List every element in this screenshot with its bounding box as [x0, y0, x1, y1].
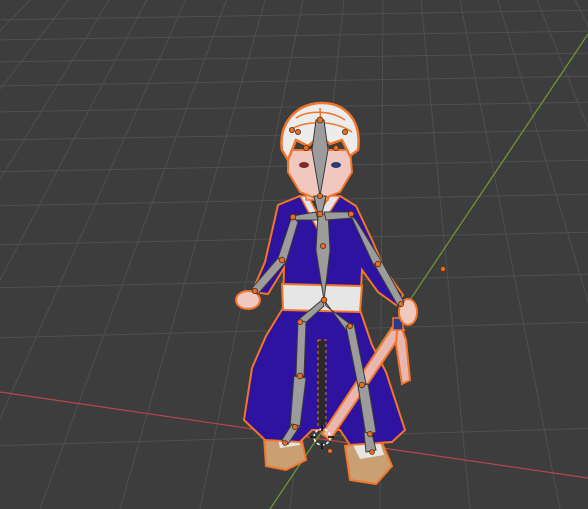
- bone-root: [317, 339, 327, 427]
- left-hand: [235, 290, 261, 310]
- viewport-canvas[interactable]: [0, 0, 588, 509]
- right-eye: [331, 162, 341, 168]
- left-eye: [299, 162, 309, 168]
- bone-shoulder-r: [323, 211, 353, 221]
- 3d-viewport[interactable]: [0, 0, 588, 509]
- bone-thigh-l: [295, 319, 307, 377]
